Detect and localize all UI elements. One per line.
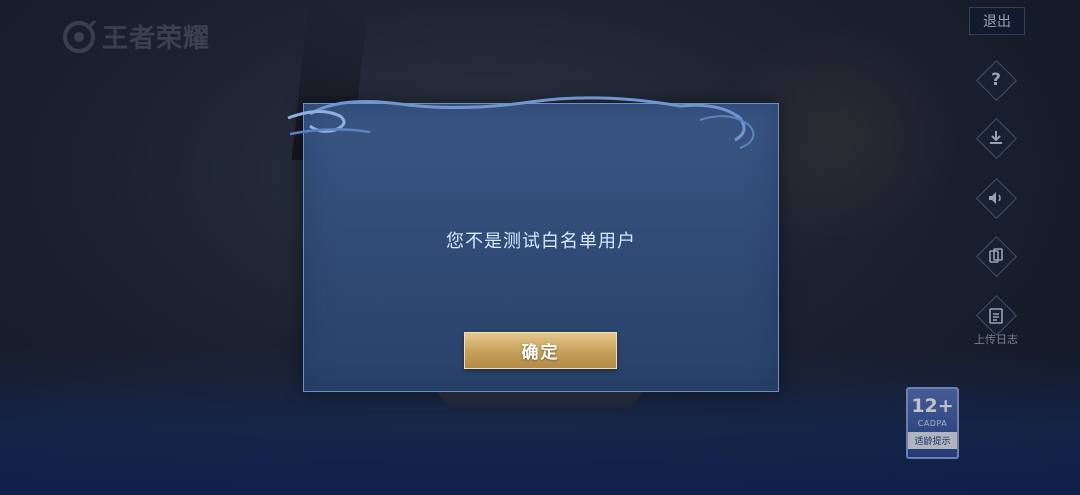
swirl-ornament-icon (287, 96, 755, 149)
alert-dialog: 您不是测试白名单用户 确定 (287, 96, 779, 392)
confirm-button[interactable]: 确定 (464, 332, 617, 369)
dialog-stand-decoration (435, 390, 645, 410)
dialog-message: 您不是测试白名单用户 (446, 231, 636, 252)
